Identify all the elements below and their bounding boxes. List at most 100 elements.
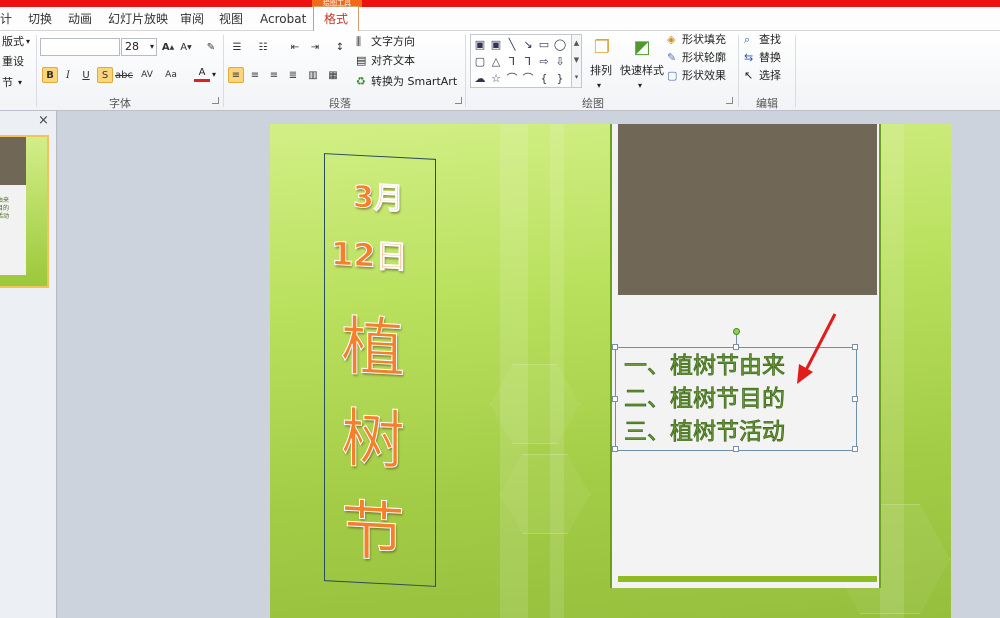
curve-shape-icon[interactable]: ⌒: [505, 71, 519, 85]
arc-shape-icon[interactable]: ⌒: [521, 71, 535, 85]
shape-effects-button[interactable]: 形状效果: [682, 69, 726, 83]
left-brace-shape-icon[interactable]: {: [537, 71, 551, 85]
arrange-button[interactable]: 排列: [590, 64, 612, 78]
paragraph-group-label: 段落: [329, 97, 351, 110]
justify-icon[interactable]: ≣: [285, 67, 301, 83]
reset-button[interactable]: 重设: [2, 55, 24, 69]
replace-icon: ⇆: [744, 51, 754, 64]
down-arrow-shape-icon[interactable]: ⇩: [553, 54, 567, 68]
cloud-shape-icon[interactable]: ☁: [473, 71, 487, 85]
font-size-combo[interactable]: 28 ▾: [121, 38, 157, 56]
font-color-icon[interactable]: A: [194, 66, 210, 82]
tab-review[interactable]: 审阅: [180, 10, 204, 28]
resize-handle[interactable]: [612, 396, 618, 402]
title-char-2: 树: [341, 401, 406, 480]
text-direction-button[interactable]: 文字方向: [371, 35, 415, 49]
tab-transitions[interactable]: 切换: [28, 10, 52, 28]
arrange-icon: ❐: [593, 36, 611, 58]
drawing-group-label: 绘图: [582, 97, 604, 110]
distribute-icon[interactable]: ▥: [305, 67, 321, 83]
font-dialog-launcher-icon[interactable]: [212, 97, 219, 104]
grow-font-icon[interactable]: A ▲: [160, 39, 176, 55]
replace-button[interactable]: 替换: [759, 51, 781, 65]
resize-handle[interactable]: [852, 396, 858, 402]
align-text-button[interactable]: 对齐文本: [371, 54, 415, 68]
shape-effects-icon: ▢: [667, 69, 678, 82]
editing-group-label: 编辑: [756, 97, 778, 110]
star-shape-icon[interactable]: ☆: [489, 71, 503, 85]
gallery-scroll-icon[interactable]: ▲ ▼ ▾: [571, 35, 581, 87]
line-shape-icon[interactable]: ╲: [505, 37, 519, 51]
group-divider: [738, 35, 739, 107]
line-spacing-icon[interactable]: ↕: [332, 39, 348, 55]
resize-handle[interactable]: [733, 344, 739, 350]
find-button[interactable]: 查找: [759, 33, 781, 47]
numbering-icon[interactable]: ☷: [255, 39, 271, 55]
ribbon: 版式 ▾ 重设 节 ▾ 28 ▾ A ▲ A ▼ ✎ B I U S abc AV …: [0, 31, 1000, 111]
italic-icon[interactable]: I: [60, 67, 76, 83]
panel-accent-bar: [618, 576, 877, 582]
resize-handle[interactable]: [612, 446, 618, 452]
shrink-font-icon[interactable]: A ▼: [178, 39, 194, 55]
decrease-indent-icon[interactable]: ⇤: [287, 39, 303, 55]
tab-slideshow[interactable]: 幻灯片放映: [108, 10, 168, 28]
triangle-shape-icon[interactable]: △: [489, 54, 503, 68]
increase-indent-icon[interactable]: ⇥: [307, 39, 323, 55]
textbox-shape-icon[interactable]: ▣: [473, 37, 487, 51]
vertical-textbox-shape-icon[interactable]: ▣: [489, 37, 503, 51]
title-month: 3月: [353, 179, 405, 218]
resize-handle[interactable]: [852, 344, 858, 350]
char-spacing-icon[interactable]: AV: [139, 67, 155, 83]
tab-design[interactable]: 计: [0, 10, 12, 28]
chevron-down-icon: ▾: [149, 42, 154, 51]
clear-format-icon[interactable]: ✎: [203, 39, 219, 55]
font-name-combo[interactable]: [40, 38, 120, 56]
drawing-dialog-launcher-icon[interactable]: [726, 97, 733, 104]
slide-thumbnail[interactable]: 由来 目的 活动: [0, 135, 49, 288]
align-center-icon[interactable]: ≡: [247, 67, 263, 83]
oval-shape-icon[interactable]: ◯: [553, 37, 567, 51]
resize-handle[interactable]: [733, 446, 739, 452]
quick-styles-button[interactable]: 快速样式: [620, 64, 664, 78]
right-brace-shape-icon[interactable]: }: [553, 71, 567, 85]
close-icon[interactable]: ×: [38, 113, 49, 128]
resize-handle[interactable]: [612, 344, 618, 350]
group-divider: [223, 35, 224, 107]
rotation-handle[interactable]: [733, 328, 740, 335]
elbow-arrow-shape-icon[interactable]: ⅂: [521, 54, 535, 68]
tab-view[interactable]: 视图: [219, 10, 243, 28]
rounded-rect-shape-icon[interactable]: ▢: [473, 54, 487, 68]
rectangle-shape-icon[interactable]: ▭: [537, 37, 551, 51]
underline-icon[interactable]: U: [78, 67, 94, 83]
shape-gallery[interactable]: ▣ ▣ ╲ ↘ ▭ ◯ ▢ △ ⅂ ⅂ ⇨ ⇩ ☁ ☆ ⌒ ⌒ { } ▲ ▼ ▾: [470, 34, 582, 88]
photo-placeholder[interactable]: [618, 124, 877, 295]
elbow-connector-shape-icon[interactable]: ⅂: [505, 54, 519, 68]
paragraph-dialog-launcher-icon[interactable]: [455, 97, 462, 104]
tab-format[interactable]: 格式: [313, 6, 360, 31]
strikethrough-icon[interactable]: abc: [115, 67, 133, 83]
shape-fill-button[interactable]: 形状填充: [682, 33, 726, 47]
select-button[interactable]: 选择: [759, 69, 781, 83]
right-arrow-shape-icon[interactable]: ⇨: [537, 54, 551, 68]
bullets-icon[interactable]: ☰: [229, 39, 245, 55]
convert-smartart-button[interactable]: 转换为 SmartArt: [371, 75, 457, 89]
chevron-down-icon: ▾: [212, 70, 217, 79]
layout-button[interactable]: 版式: [2, 35, 24, 49]
columns-icon[interactable]: ▦: [325, 67, 341, 83]
tab-acrobat[interactable]: Acrobat: [260, 10, 306, 28]
slide-canvas[interactable]: 3月 12日 植 树 节 一、植树节由来 二、植树节目的 三、植树节活动: [270, 124, 951, 618]
tab-animations[interactable]: 动画: [68, 10, 92, 28]
shape-outline-button[interactable]: 形状轮廓: [682, 51, 726, 65]
resize-handle[interactable]: [852, 446, 858, 452]
font-group-label: 字体: [109, 97, 131, 110]
section-button[interactable]: 节: [2, 76, 13, 90]
group-divider: [36, 35, 37, 107]
ribbon-tab-row: 计 切换 动画 幻灯片放映 审阅 视图 Acrobat 格式: [0, 6, 1000, 31]
arrow-line-shape-icon[interactable]: ↘: [521, 37, 535, 51]
align-right-icon[interactable]: ≡: [266, 67, 282, 83]
align-left-icon[interactable]: ≡: [228, 67, 244, 83]
bold-icon[interactable]: B: [42, 67, 58, 83]
shadow-icon[interactable]: S: [97, 67, 113, 83]
change-case-icon[interactable]: Aa: [163, 67, 179, 83]
vertical-title-textbox[interactable]: 3月 12日 植 树 节: [324, 153, 436, 587]
